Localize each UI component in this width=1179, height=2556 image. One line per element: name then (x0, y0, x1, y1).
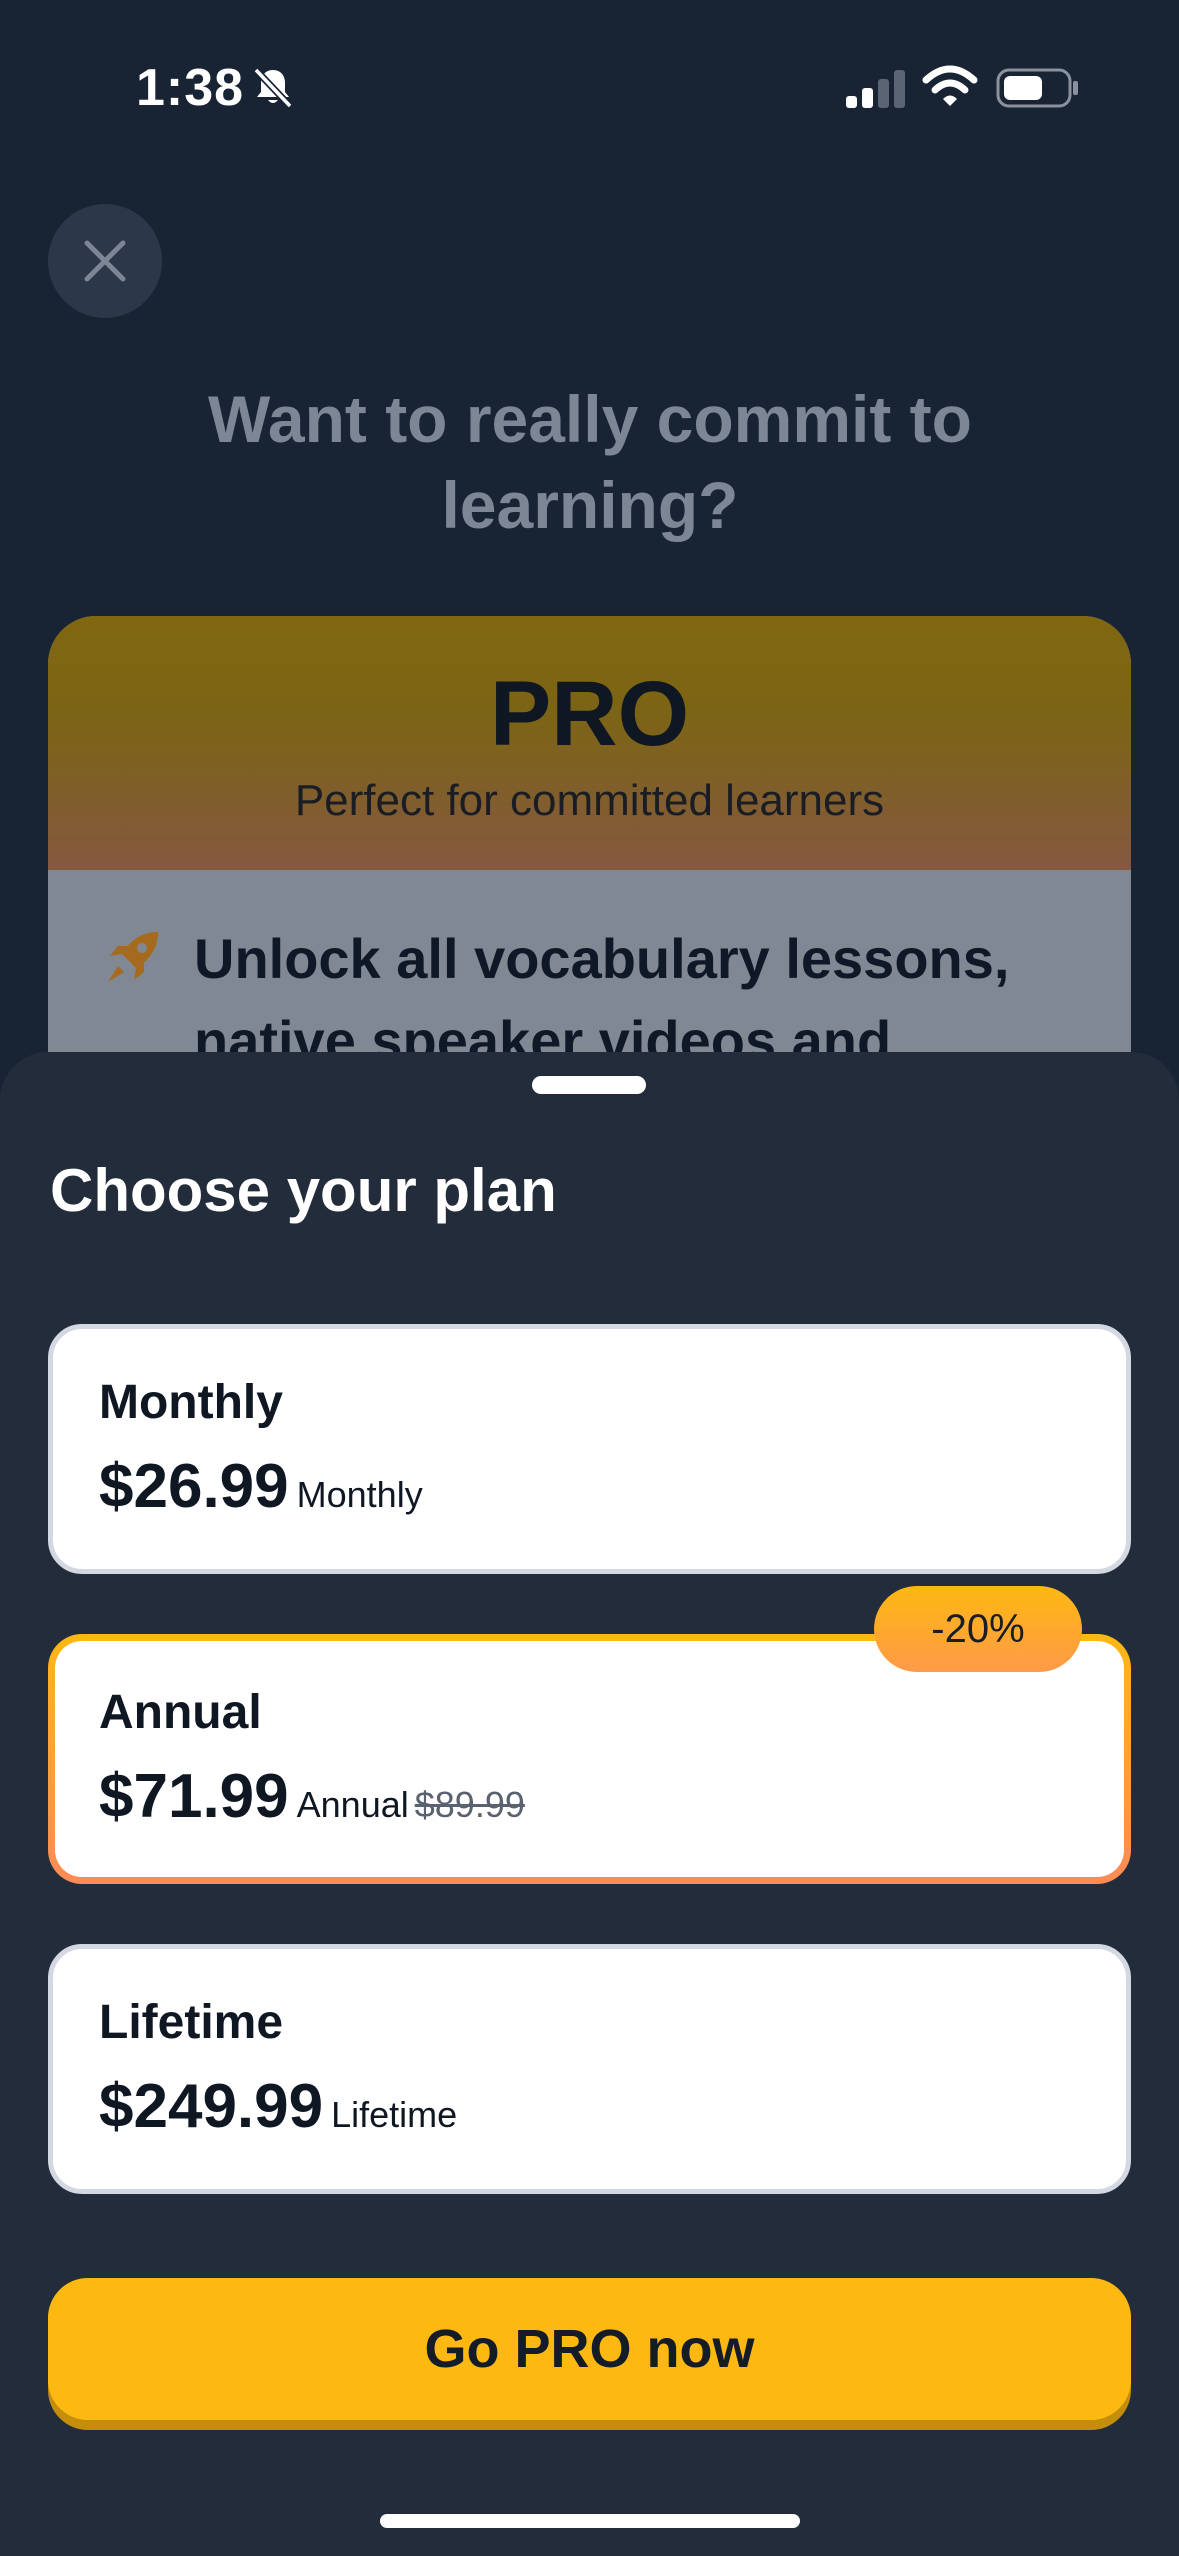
plan-price-row: $71.99 Annual $89.99 (99, 1761, 525, 1832)
plan-name: Monthly (99, 1376, 283, 1429)
signal-icon (846, 70, 905, 108)
plan-price: $71.99 (99, 1762, 289, 1831)
plan-price-row: $249.99 Lifetime (99, 2071, 457, 2142)
plan-price: $249.99 (99, 2072, 324, 2141)
close-icon (84, 240, 126, 282)
go-pro-button[interactable]: Go PRO now (48, 2278, 1131, 2430)
plan-price: $26.99 (99, 1452, 289, 1521)
wifi-icon (922, 65, 978, 106)
go-pro-button-label: Go PRO now (48, 2278, 1131, 2420)
bell-slash-icon (253, 67, 293, 109)
plan-name: Lifetime (99, 1996, 284, 2049)
plan-period: Monthly (296, 1474, 423, 1515)
plan-period: Annual (296, 1784, 409, 1825)
page-headline: Want to really commit to learning? (208, 382, 972, 542)
pro-title: PRO (489, 663, 690, 765)
plan-card-lifetime[interactable]: Lifetime $249.99 Lifetime (48, 1944, 1131, 2194)
pro-card-header: PRO Perfect for committed learners (48, 616, 1131, 870)
sheet-title: Choose your plan (50, 1157, 557, 1224)
battery-icon (996, 68, 1078, 108)
plan-old-price: $89.99 (414, 1784, 525, 1825)
discount-badge: -20% (874, 1586, 1082, 1672)
background-screen: 1:38 Want to really commit to learning? … (0, 0, 1179, 1136)
close-button[interactable] (48, 204, 162, 318)
pro-subtitle: Perfect for committed learners (294, 776, 885, 825)
rocket-icon (108, 932, 158, 982)
home-indicator[interactable] (380, 2514, 800, 2528)
status-bar: 1:38 (0, 0, 1179, 160)
plan-name: Annual (99, 1686, 262, 1739)
sheet-grabber-handle[interactable] (532, 1076, 646, 1094)
plan-period: Lifetime (331, 2094, 458, 2135)
plan-price-row: $26.99 Monthly (99, 1451, 423, 1522)
status-time: 1:38 (136, 59, 245, 117)
plan-card-monthly[interactable]: Monthly $26.99 Monthly (48, 1324, 1131, 1574)
